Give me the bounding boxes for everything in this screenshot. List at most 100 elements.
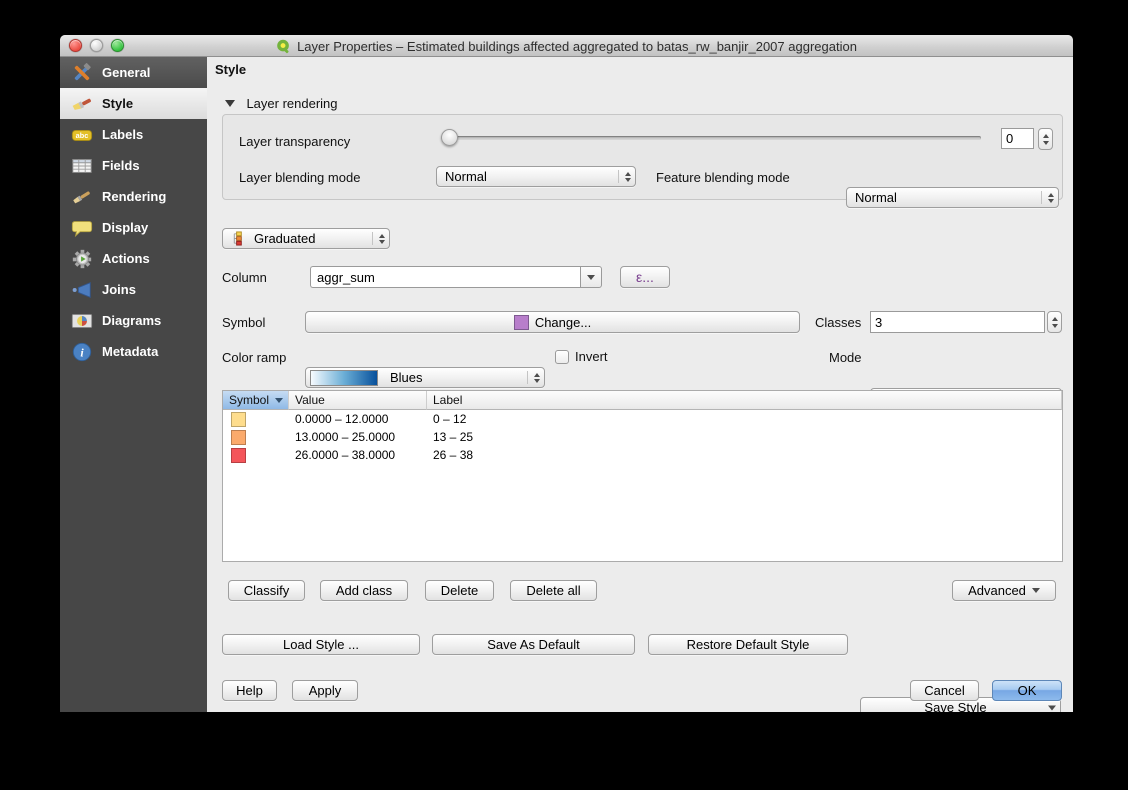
classes-stepper[interactable] (1047, 311, 1062, 333)
change-button-label: Change... (534, 314, 592, 330)
qgis-app-icon (276, 39, 291, 54)
feature-blending-mode-label: Feature blending mode (656, 170, 790, 185)
popup-arrows-icon (534, 372, 540, 383)
expression-button-label: ε... (636, 269, 654, 285)
sidebar-item-labels[interactable]: abc Labels (60, 119, 207, 150)
class-color-swatch[interactable] (231, 429, 246, 445)
classify-button[interactable]: Classify (228, 580, 305, 601)
layer-blending-mode-value: Normal (445, 169, 487, 184)
class-value-cell[interactable]: 13.0000 – 25.0000 (289, 430, 427, 444)
disclosure-triangle-icon (225, 100, 235, 108)
feature-blending-mode-select[interactable]: Normal (846, 187, 1059, 208)
class-label-cell[interactable]: 26 – 38 (427, 448, 1062, 462)
button-label: Load Style ... (283, 637, 359, 652)
join-icon (70, 278, 94, 302)
stepper-up-icon[interactable] (1051, 316, 1058, 321)
combo-dropdown-button[interactable] (580, 266, 602, 288)
brush-icon (70, 185, 94, 209)
slider-track[interactable] (441, 136, 981, 140)
button-label: Delete all (526, 583, 581, 598)
table-row[interactable]: 0.0000 – 12.0000 0 – 12 (223, 410, 1062, 428)
renderer-type-value: Graduated (254, 231, 316, 246)
transparency-stepper[interactable] (1038, 128, 1053, 150)
popup-arrows-icon (625, 171, 631, 182)
delete-button[interactable]: Delete (425, 580, 494, 601)
table-row[interactable]: 13.0000 – 25.0000 13 – 25 (223, 428, 1062, 446)
layer-rendering-section-toggle[interactable]: Layer rendering (225, 95, 338, 113)
renderer-type-select[interactable]: Graduated (222, 228, 390, 249)
transparency-value-input[interactable] (1001, 128, 1034, 149)
sidebar-item-label: Rendering (102, 189, 167, 204)
sidebar-item-actions[interactable]: Actions (60, 243, 207, 274)
column-header-label[interactable]: Label (427, 391, 1062, 410)
titlebar[interactable]: Layer Properties – Estimated buildings a… (60, 35, 1073, 57)
load-style-button[interactable]: Load Style ... (222, 634, 420, 655)
layer-blending-mode-label: Layer blending mode (239, 170, 361, 185)
svg-text:abc: abc (76, 131, 89, 140)
ok-button[interactable]: OK (992, 680, 1062, 701)
class-label-cell[interactable]: 0 – 12 (427, 412, 1062, 426)
chevron-down-icon (1031, 588, 1040, 593)
invert-checkbox[interactable] (555, 349, 569, 364)
button-label: Classify (243, 583, 290, 598)
add-class-button[interactable]: Add class (320, 580, 408, 601)
color-ramp-select[interactable]: Blues (305, 367, 545, 388)
layer-properties-window: Layer Properties – Estimated buildings a… (60, 35, 1073, 712)
layer-blending-mode-select[interactable]: Normal (436, 166, 636, 187)
color-ramp-label: Color ramp (222, 350, 287, 365)
chevron-down-icon (1048, 705, 1056, 710)
info-icon: i (70, 340, 94, 364)
class-color-swatch[interactable] (231, 447, 246, 463)
invert-checkbox-group[interactable]: Invert (555, 349, 608, 364)
layer-transparency-label: Layer transparency (239, 134, 351, 149)
sidebar-item-label: Style (102, 96, 134, 111)
classes-input[interactable] (870, 311, 1045, 333)
sidebar-item-label: Labels (102, 127, 144, 142)
button-label: Help (236, 683, 263, 698)
layer-transparency-slider[interactable] (441, 129, 981, 147)
sidebar-item-rendering[interactable]: Rendering (60, 181, 207, 212)
color-ramp-swatch (310, 369, 378, 386)
column-input[interactable] (310, 266, 580, 288)
pie-chart-icon (70, 309, 94, 333)
sidebar-item-style[interactable]: Style (60, 88, 207, 119)
sidebar-item-label: Display (102, 220, 149, 235)
save-as-default-button[interactable]: Save As Default (432, 634, 635, 655)
stepper-down-icon[interactable] (1042, 140, 1049, 145)
classes-table[interactable]: Symbol Value Label 0.0000 – 12.0000 0 – … (222, 390, 1063, 562)
stepper-up-icon[interactable] (1042, 133, 1049, 138)
class-label-cell[interactable]: 13 – 25 (427, 430, 1062, 444)
expression-builder-button[interactable]: ε... (620, 266, 670, 288)
sidebar-item-fields[interactable]: Fields (60, 150, 207, 181)
sidebar-item-diagrams[interactable]: Diagrams (60, 305, 207, 336)
sidebar-item-label: General (102, 65, 151, 80)
classes-label: Classes (815, 315, 862, 330)
class-value-cell[interactable]: 26.0000 – 38.0000 (289, 448, 427, 462)
slider-handle[interactable] (441, 129, 458, 146)
apply-button[interactable]: Apply (292, 680, 358, 701)
sidebar: General Style abc Labels Fields Renderin… (60, 57, 207, 712)
column-combo[interactable] (310, 266, 602, 288)
sidebar-item-label: Metadata (102, 344, 159, 359)
cancel-button[interactable]: Cancel (910, 680, 979, 701)
sort-descending-icon (275, 397, 284, 403)
sidebar-item-label: Joins (102, 282, 136, 297)
advanced-button[interactable]: Advanced (952, 580, 1056, 601)
sidebar-item-joins[interactable]: Joins (60, 274, 207, 305)
delete-all-button[interactable]: Delete all (510, 580, 597, 601)
column-header-value[interactable]: Value (289, 391, 427, 410)
class-color-swatch[interactable] (231, 411, 246, 427)
stepper-down-icon[interactable] (1051, 323, 1058, 328)
symbol-change-button[interactable]: Change... (305, 311, 800, 333)
style-panel: Style Layer rendering Layer transparency… (207, 57, 1073, 712)
column-header-symbol[interactable]: Symbol (223, 391, 289, 410)
table-row[interactable]: 26.0000 – 38.0000 26 – 38 (223, 446, 1062, 464)
mode-label: Mode (829, 350, 862, 365)
sidebar-item-general[interactable]: General (60, 57, 207, 88)
help-button[interactable]: Help (222, 680, 277, 701)
sidebar-item-metadata[interactable]: i Metadata (60, 336, 207, 367)
class-value-cell[interactable]: 0.0000 – 12.0000 (289, 412, 427, 426)
button-label: Delete (440, 583, 479, 598)
restore-default-style-button[interactable]: Restore Default Style (648, 634, 848, 655)
sidebar-item-display[interactable]: Display (60, 212, 207, 243)
